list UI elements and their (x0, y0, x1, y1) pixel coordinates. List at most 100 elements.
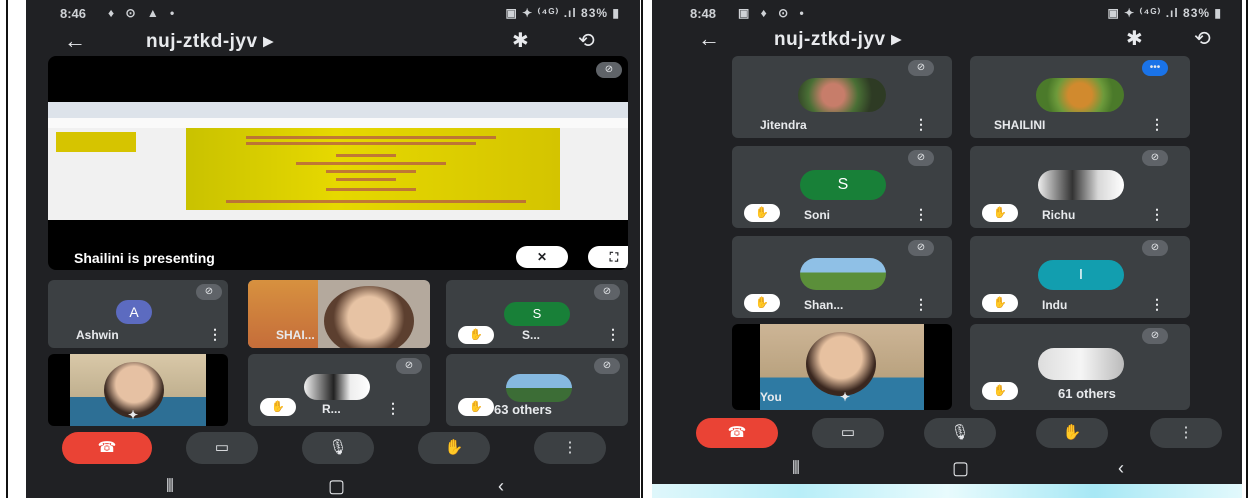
status-bar: 8:46 ♦ ⊙ ▲ • ▣ ✦ ⁽⁴ᴳ⁾ .ıl 83% ▮ (26, 6, 640, 24)
status-right: ▣ ✦ ⁽⁴ᴳ⁾ .ıl 83% ▮ (505, 6, 620, 20)
slide-thumbnail (56, 132, 136, 152)
status-bar: 8:48 ▣ ♦ ⊙ • ▣ ✦ ⁽⁴ᴳ⁾ .ıl 83% ▮ (652, 6, 1242, 24)
status-right: ▣ ✦ ⁽⁴ᴳ⁾ .ıl 83% ▮ (1107, 6, 1222, 20)
participant-tile-others[interactable]: ⊘ ✋ 63 others (446, 354, 628, 426)
recent-apps-icon[interactable]: ⦀ (166, 476, 174, 497)
home-icon[interactable]: ▢ (328, 476, 345, 497)
more-vert-icon[interactable]: ⋮ (914, 116, 928, 133)
avatar: A (116, 300, 152, 324)
mic-off-icon: ⊘ (908, 150, 934, 166)
participant-tile-indu[interactable]: ⊘ I ✋ Indu ⋮ (970, 236, 1190, 318)
participant-video (324, 286, 414, 348)
mic-off-icon: ⊘ (396, 358, 422, 374)
nav-back-icon[interactable]: ‹ (1118, 458, 1124, 479)
meeting-header: ← nuj-ztkd-jyv ▸ ✱ ⟲ (26, 26, 640, 56)
participant-photo (304, 374, 370, 400)
bluetooth-icon[interactable]: ✱ (512, 28, 529, 53)
frame-divider (641, 0, 643, 498)
participant-tile-shai[interactable]: SHAI... (248, 280, 430, 348)
mic-off-icon: ⊘ (908, 60, 934, 76)
participant-tile-soni[interactable]: ⊘ S ✋ Soni ⋮ (732, 146, 952, 228)
end-call-icon[interactable]: ☎ (62, 432, 152, 464)
mic-off-icon: ⊘ (594, 284, 620, 300)
camera-icon[interactable]: ▭ (186, 432, 258, 464)
more-vert-icon[interactable]: ⋮ (914, 206, 928, 223)
effects-icon[interactable]: ✦ (128, 408, 138, 422)
participant-name: Richu (1042, 208, 1076, 222)
nav-back-icon[interactable]: ‹ (498, 476, 504, 497)
mic-off-icon: ⊘ (1142, 150, 1168, 166)
shared-screen (48, 102, 628, 220)
meeting-code[interactable]: nuj-ztkd-jyv ▸ (146, 30, 273, 53)
more-vert-icon[interactable]: ⋮ (606, 326, 620, 343)
expand-icon[interactable]: ⛶ (588, 246, 628, 268)
participant-tile-richu[interactable]: ⊘ ✋ Richu ⋮ (970, 146, 1190, 228)
mic-off-icon: ⊘ (596, 62, 622, 78)
mic-off-icon: ⊘ (196, 284, 222, 300)
more-vert-icon[interactable]: ⋮ (1150, 116, 1164, 133)
more-vert-icon[interactable]: ⋮ (914, 296, 928, 313)
participant-tile-others[interactable]: ⊘ ✋ 61 others (970, 324, 1190, 410)
participant-tile-s[interactable]: ⊘ S ✋ S... ⋮ (446, 280, 628, 348)
participant-name: Jitendra (760, 118, 807, 132)
recent-apps-icon[interactable]: ⦀ (792, 458, 800, 479)
more-vert-icon[interactable]: ⋮ (1150, 418, 1222, 448)
more-vert-icon[interactable]: ⋮ (208, 326, 222, 343)
avatar: I (1038, 260, 1124, 290)
presenting-caption: Shailini is presenting (74, 250, 215, 266)
phone-screen-right: 8:48 ▣ ♦ ⊙ • ▣ ✦ ⁽⁴ᴳ⁾ .ıl 83% ▮ ← nuj-zt… (652, 0, 1242, 484)
participant-tile-ashwin[interactable]: ⊘ A Ashwin ⋮ (48, 280, 228, 348)
hand-raise-icon: ✋ (458, 326, 494, 344)
participant-name: Ashwin (76, 328, 119, 342)
participant-tile-shailini[interactable]: ••• SHAILINI ⋮ (970, 56, 1190, 138)
self-face (806, 332, 876, 396)
more-vert-icon[interactable]: ⋮ (1150, 206, 1164, 223)
participant-tile-r[interactable]: ⊘ ✋ R... ⋮ (248, 354, 430, 426)
frame-border (6, 0, 8, 498)
mic-icon[interactable]: 🎙 (924, 418, 996, 448)
participant-name: Indu (1042, 298, 1068, 312)
hand-raise-icon[interactable]: ✋ (418, 432, 490, 464)
effects-icon[interactable]: ✦ (840, 390, 850, 404)
hand-raise-icon: ✋ (744, 204, 780, 222)
back-arrow-icon[interactable]: ← (64, 28, 86, 54)
meeting-code[interactable]: nuj-ztkd-jyv ▸ (774, 28, 901, 51)
pin-off-icon[interactable]: ✕ (516, 246, 568, 268)
mic-icon[interactable]: 🎙 (302, 432, 374, 464)
more-vert-icon[interactable]: ⋮ (386, 400, 400, 417)
status-time: 8:46 (60, 6, 87, 21)
switch-camera-icon[interactable]: ⟲ (578, 28, 595, 53)
participant-name: You (760, 390, 782, 404)
participant-photo (1038, 170, 1124, 200)
hand-raise-icon: ✋ (982, 382, 1018, 400)
camera-icon[interactable]: ▭ (812, 418, 884, 448)
mic-off-icon: ⊘ (1142, 240, 1168, 256)
back-arrow-icon[interactable]: ← (698, 26, 720, 52)
participant-tile-jitendra[interactable]: ⊘ Jitendra ⋮ (732, 56, 952, 138)
participant-name: Soni (804, 208, 830, 222)
participant-tile-shan[interactable]: ⊘ ✋ Shan... ⋮ (732, 236, 952, 318)
more-vert-icon[interactable]: ⋮ (1150, 296, 1164, 313)
speaking-indicator-icon: ••• (1142, 60, 1168, 76)
call-controls: ☎ ▭ 🎙 ✋ ⋮ (26, 432, 640, 468)
end-call-icon[interactable]: ☎ (696, 418, 778, 448)
others-count: 61 others (1058, 386, 1116, 401)
more-vert-icon[interactable]: ⋮ (534, 432, 606, 464)
participant-tile-self[interactable]: ✦ (48, 354, 228, 426)
participant-name: R... (322, 402, 341, 416)
hand-raise-icon: ✋ (458, 398, 494, 416)
bluetooth-icon[interactable]: ✱ (1126, 26, 1143, 51)
home-icon[interactable]: ▢ (952, 458, 969, 479)
hand-raise-icon: ✋ (982, 294, 1018, 312)
phone-screen-left: 8:46 ♦ ⊙ ▲ • ▣ ✦ ⁽⁴ᴳ⁾ .ıl 83% ▮ ← nuj-zt… (26, 0, 640, 498)
slide-content (186, 128, 560, 210)
background-strip (652, 484, 1242, 498)
composite-screenshot: 8:46 ♦ ⊙ ▲ • ▣ ✦ ⁽⁴ᴳ⁾ .ıl 83% ▮ ← nuj-zt… (0, 0, 1252, 498)
frame-border (1246, 0, 1248, 498)
hand-raise-icon[interactable]: ✋ (1036, 418, 1108, 448)
participant-name: SHAILINI (994, 118, 1046, 132)
switch-camera-icon[interactable]: ⟲ (1194, 26, 1211, 51)
participant-photo (1036, 78, 1124, 112)
presentation-tile[interactable]: ⊘ Shailini is presenting ✕ ⛶ (48, 56, 628, 270)
participant-tile-self[interactable]: You ✦ (732, 324, 952, 410)
